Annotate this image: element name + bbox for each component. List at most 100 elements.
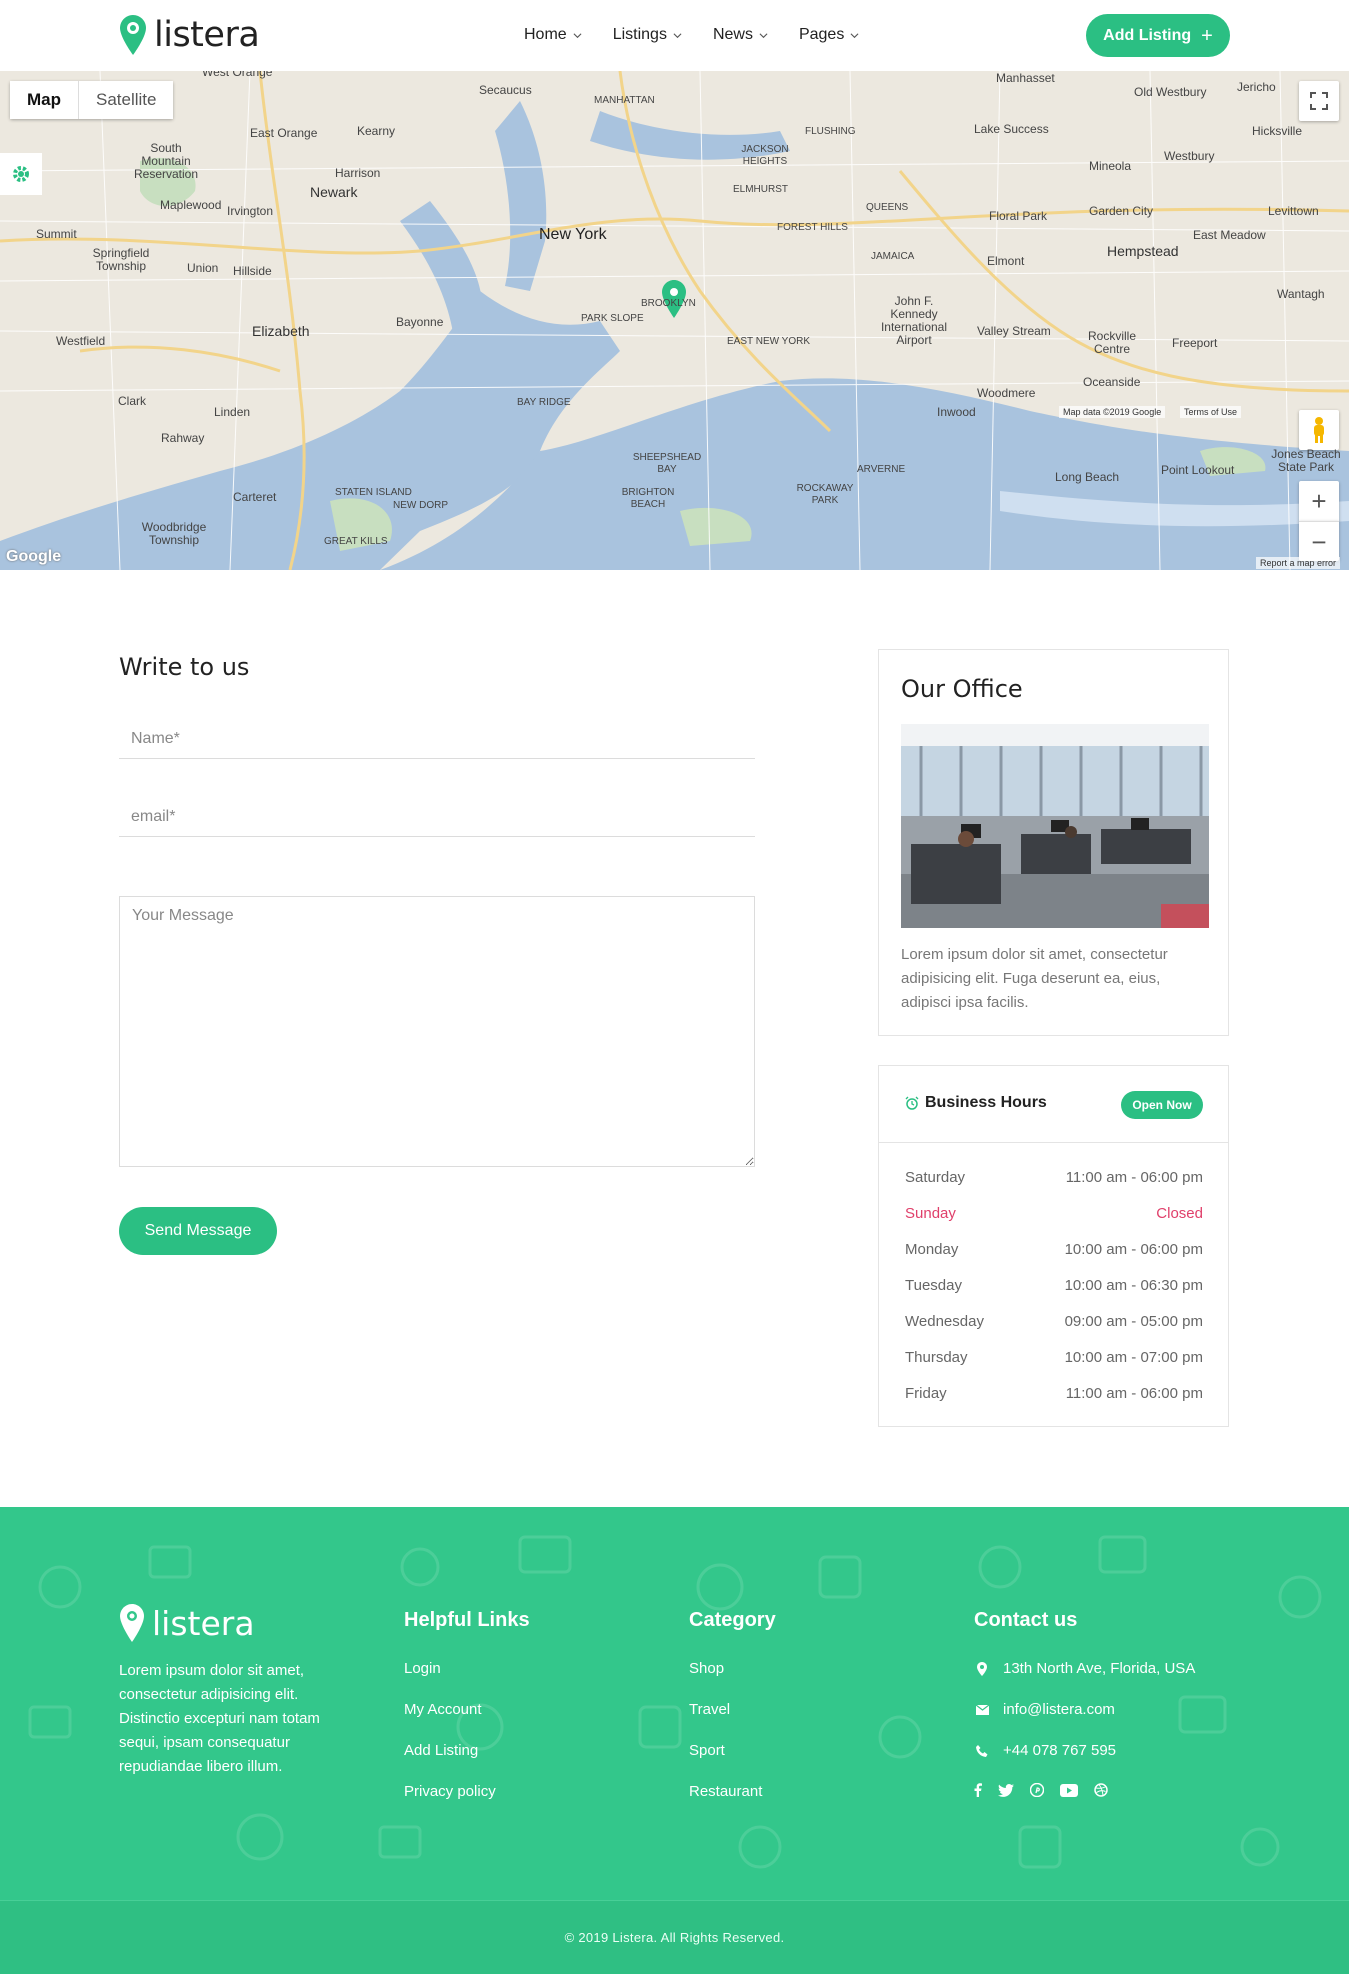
- pegman-icon: [1314, 417, 1324, 443]
- fullscreen-button[interactable]: [1299, 81, 1339, 121]
- map[interactable]: Map Satellite + − New York Newark Elizab…: [0, 71, 1349, 570]
- map-place-label: ROCKAWAY PARK: [796, 483, 854, 506]
- map-place-label: Elizabeth: [252, 323, 310, 339]
- footer-link-my-account[interactable]: My Account: [404, 1701, 482, 1718]
- map-place-label: ARVERNE: [857, 464, 906, 475]
- google-logo: Google: [6, 548, 62, 565]
- site-logo[interactable]: listera: [119, 14, 260, 56]
- map-type-satellite-button[interactable]: Satellite: [79, 81, 174, 119]
- chevron-down-icon: [759, 32, 768, 38]
- zoom-in-button[interactable]: +: [1299, 481, 1339, 521]
- map-place-label: Linden: [214, 405, 251, 419]
- footer-link-login[interactable]: Login: [404, 1660, 441, 1677]
- nav-item-listings[interactable]: Listings: [613, 22, 682, 48]
- footer-link-restaurant[interactable]: Restaurant: [689, 1783, 762, 1800]
- map-place-label: JAMAICA: [871, 251, 915, 262]
- map-place-label: Mineola: [1089, 159, 1132, 173]
- map-place-label: New York: [539, 226, 607, 243]
- map-place-label: Levittown: [1268, 204, 1319, 218]
- map-place-label: PARK SLOPE: [581, 313, 644, 324]
- twitter-icon[interactable]: [998, 1783, 1014, 1797]
- pinterest-icon[interactable]: [1030, 1783, 1044, 1797]
- map-place-label: Union: [187, 261, 219, 275]
- map-place-label: Bayonne: [396, 315, 444, 329]
- send-message-button[interactable]: Send Message: [119, 1207, 277, 1255]
- map-place-label: Carteret: [233, 490, 277, 504]
- hours-row: Tuesday 10:00 am - 06:30 pm: [905, 1277, 1203, 1294]
- footer-logo[interactable]: listera: [119, 1603, 255, 1643]
- map-place-label: EAST NEW YORK: [727, 336, 810, 347]
- site-footer: listera Lorem ipsum dolor sit amet, cons…: [0, 1507, 1349, 1900]
- add-listing-button[interactable]: Add Listing +: [1086, 14, 1230, 57]
- nav-item-home[interactable]: Home: [524, 22, 582, 48]
- office-photo: [901, 724, 1209, 928]
- zoom-out-button[interactable]: −: [1299, 521, 1339, 561]
- report-map-error-link[interactable]: Report a map error: [1256, 557, 1341, 569]
- map-place-label: Westfield: [56, 334, 106, 348]
- envelope-icon: [974, 1702, 990, 1718]
- footer-link-add-listing[interactable]: Add Listing: [404, 1742, 478, 1759]
- map-place-label: Oceanside: [1083, 375, 1141, 389]
- open-now-badge: Open Now: [1121, 1091, 1203, 1119]
- nav-label: Home: [524, 26, 567, 43]
- nav-label: Pages: [798, 26, 845, 43]
- fullscreen-icon: [1310, 92, 1328, 110]
- map-place-label: Elmont: [987, 254, 1025, 268]
- map-place-label: Kearny: [357, 124, 396, 138]
- map-place-label: Long Beach: [1055, 470, 1120, 484]
- map-place-label: Harrison: [335, 166, 381, 180]
- footer-email[interactable]: info@listera.com: [974, 1701, 1115, 1718]
- office-card: Our Office Lorem ipsum dolor sit amet, c…: [878, 649, 1229, 1036]
- hours-row: Sunday Closed: [905, 1205, 1203, 1222]
- footer-link-sport[interactable]: Sport: [689, 1742, 725, 1759]
- map-place-label: Rockville Centre: [1087, 329, 1136, 356]
- office-description: Lorem ipsum dolor sit amet, consectetur …: [901, 946, 1168, 1011]
- day-label: Thursday: [905, 1349, 968, 1366]
- map-place-label: Summit: [36, 227, 77, 241]
- footer-contact-title: Contact us: [974, 1609, 1078, 1631]
- phone-text: +44 078 767 595: [1003, 1742, 1117, 1759]
- map-place-label: MANHATTAN: [594, 95, 655, 106]
- dribbble-icon[interactable]: [1094, 1783, 1108, 1797]
- footer-phone[interactable]: +44 078 767 595: [974, 1742, 1116, 1759]
- map-place-label: Clark: [118, 394, 147, 408]
- map-place-label: Jones Beach State Park: [1271, 447, 1341, 474]
- terms-of-use-link[interactable]: Terms of Use: [1180, 406, 1242, 418]
- email-field[interactable]: [119, 797, 755, 837]
- footer-link-travel[interactable]: Travel: [689, 1701, 730, 1718]
- map-type-toggle: Map Satellite: [10, 81, 174, 119]
- hours-row: Wednesday 09:00 am - 05:00 pm: [905, 1313, 1203, 1330]
- business-hours-card: Business Hours Open Now Saturday 11:00 a…: [878, 1065, 1229, 1427]
- footer-link-shop[interactable]: Shop: [689, 1660, 724, 1677]
- map-type-map-button[interactable]: Map: [10, 81, 79, 119]
- time-label: 10:00 am - 07:00 pm: [1064, 1349, 1203, 1366]
- phone-icon: [974, 1743, 990, 1759]
- office-title: Our Office: [901, 675, 1023, 703]
- copyright-bar: © 2019 Listera. All Rights Reserved.: [0, 1900, 1349, 1974]
- alarm-clock-icon: [905, 1096, 919, 1110]
- logo-text: listera: [154, 15, 260, 55]
- street-view-button[interactable]: [1299, 410, 1339, 450]
- facebook-icon[interactable]: [974, 1783, 982, 1797]
- name-field[interactable]: [119, 719, 755, 759]
- map-place-label: Floral Park: [989, 209, 1048, 223]
- map-place-label: Point Lookout: [1161, 463, 1235, 477]
- youtube-icon[interactable]: [1060, 1783, 1078, 1797]
- chevron-down-icon: [673, 32, 682, 38]
- map-settings-button[interactable]: [0, 153, 42, 195]
- map-place-label: STATEN ISLAND: [335, 487, 412, 498]
- footer-link-privacy[interactable]: Privacy policy: [404, 1783, 496, 1800]
- day-label: Sunday: [905, 1205, 956, 1222]
- nav-item-pages[interactable]: Pages: [799, 22, 859, 48]
- message-field[interactable]: [119, 896, 755, 1167]
- map-place-label: GREAT KILLS: [324, 536, 388, 547]
- map-place-label: Secaucus: [479, 83, 532, 97]
- map-place-label: Inwood: [937, 405, 976, 419]
- nav-label: Listings: [612, 26, 667, 43]
- nav-item-news[interactable]: News: [713, 22, 768, 48]
- map-place-label: FOREST HILLS: [777, 222, 848, 233]
- map-place-label: JACKSON HEIGHTS: [741, 144, 789, 167]
- location-pin-icon: [120, 1604, 144, 1642]
- hours-row: Saturday 11:00 am - 06:00 pm: [905, 1169, 1203, 1186]
- map-place-label: West Orange: [202, 71, 273, 79]
